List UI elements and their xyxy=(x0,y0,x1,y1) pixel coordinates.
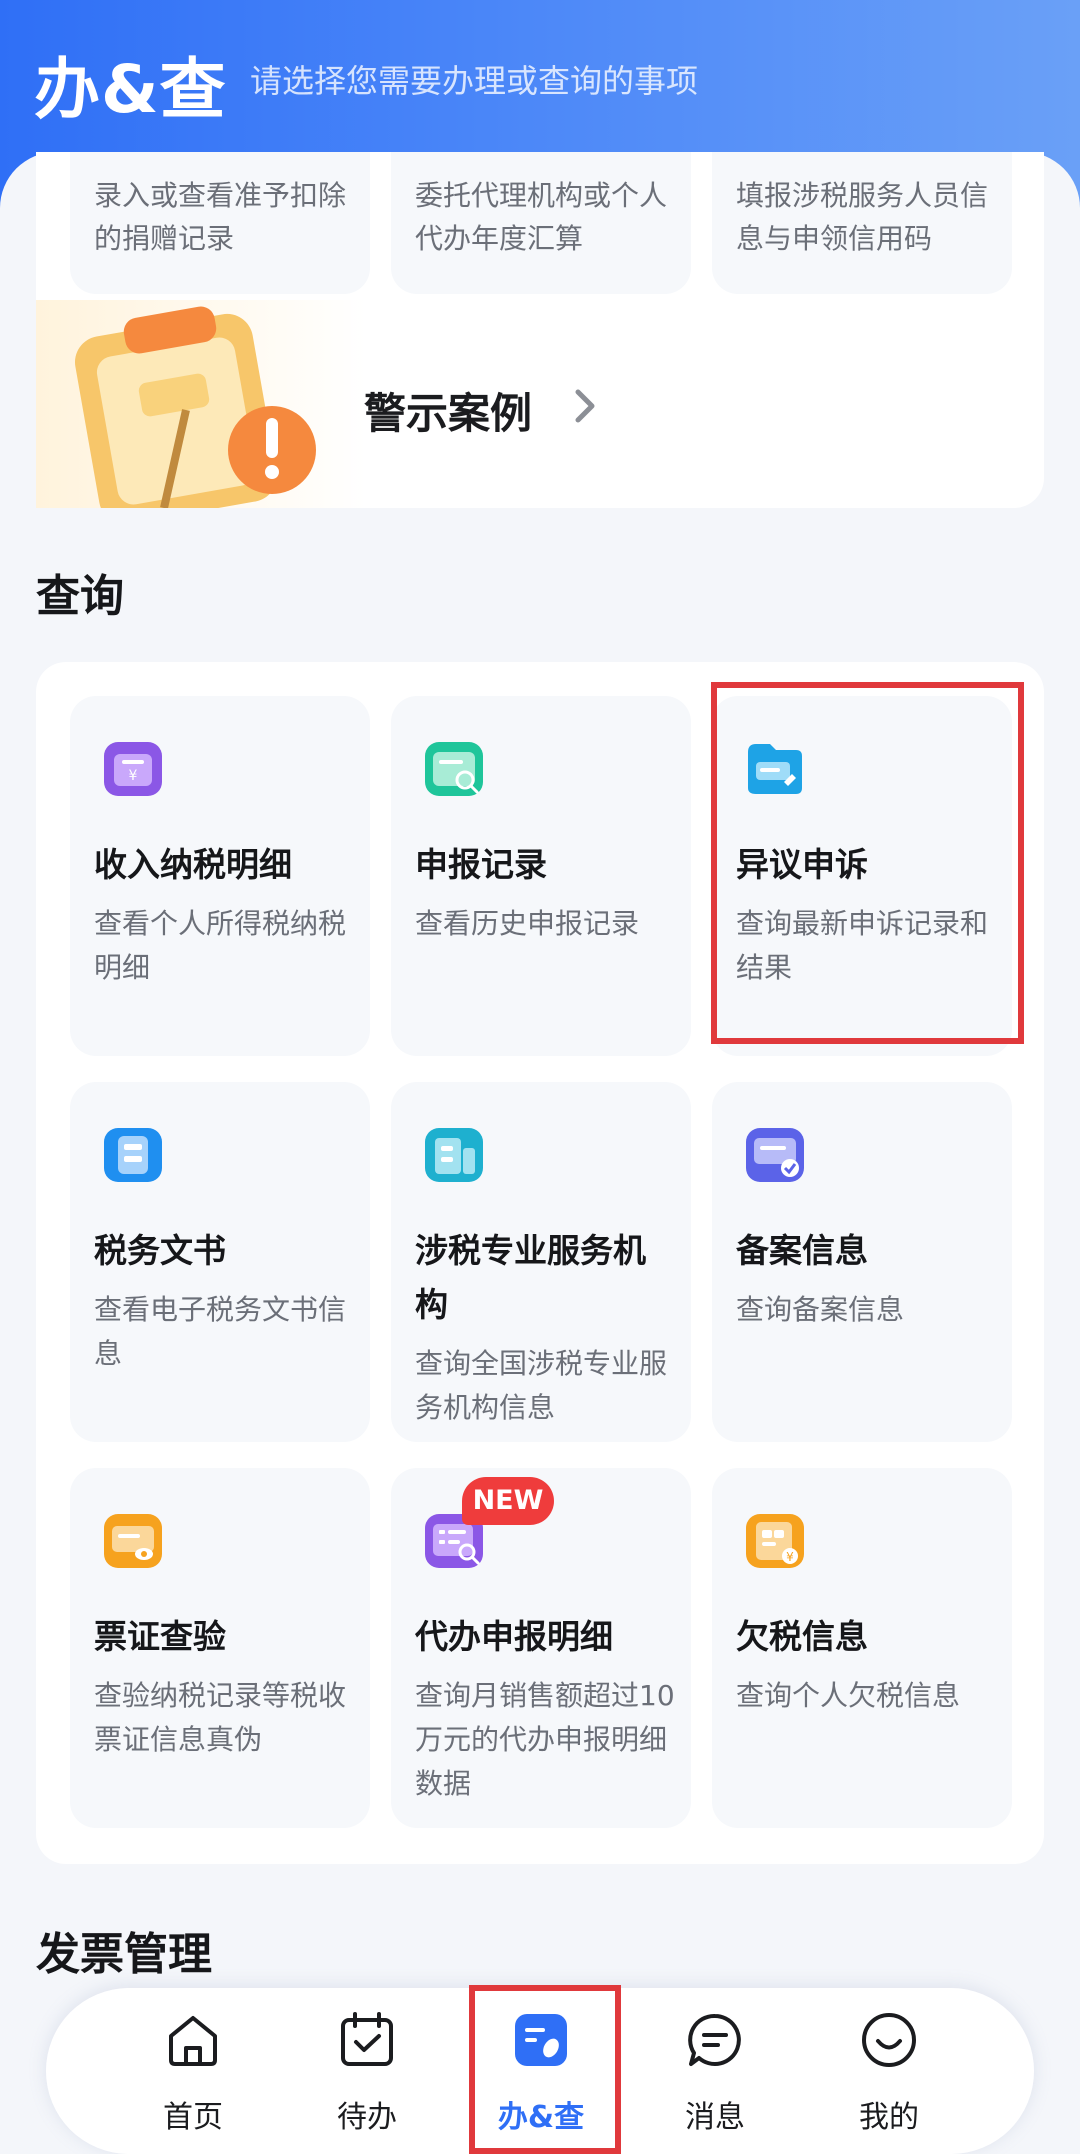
card-description: 填报涉税服务人员信息与申领信用码 xyxy=(736,179,989,255)
chevron-right-icon xyxy=(575,389,595,423)
tax-service-staff-card[interactable]: 填报涉税服务人员信息与申领信用码 xyxy=(712,152,1012,294)
card-description: 查看个人所得税纳税明细 xyxy=(94,907,347,984)
tax-document-card[interactable]: 税务文书 查看电子税务文书信息 xyxy=(70,1082,370,1442)
nav-item-home[interactable]: 首页 xyxy=(118,1988,268,2154)
nav-item-profile[interactable]: 我的 xyxy=(814,1988,964,2154)
card-description: 查看历史申报记录 xyxy=(415,907,640,940)
income-tax-detail-card[interactable]: ¥ 收入纳税明细 查看个人所得税纳税明细 xyxy=(70,696,370,1056)
tax-service-agency-icon xyxy=(425,1128,483,1182)
new-badge: NEW xyxy=(462,1477,554,1525)
agent-annual-card[interactable]: 委托代理机构或个人代办年度汇算 xyxy=(391,152,691,294)
nav-label: 消息 xyxy=(685,2100,745,2135)
ticket-verify-icon xyxy=(104,1514,162,1568)
nav-label: 待办 xyxy=(337,2100,397,2135)
donation-record-card[interactable]: 录入或查看准予扣除的捐赠记录 xyxy=(70,152,370,294)
declaration-record-card[interactable]: 申报记录 查看历史申报记录 xyxy=(391,696,691,1056)
page-subtitle: 请选择您需要办理或查询的事项 xyxy=(250,62,699,100)
profile-icon xyxy=(862,2013,916,2067)
tax-arrears-card[interactable]: ¥ 欠税信息 查询个人欠税信息 xyxy=(712,1468,1012,1828)
warning-cases-label: 警示案例 xyxy=(364,389,533,438)
tax-document-icon xyxy=(104,1128,162,1182)
warning-cases-banner[interactable]: 警示案例 xyxy=(36,300,1044,508)
clipboard-warning-icon xyxy=(36,300,366,508)
ticket-verify-card[interactable]: 票证查验 查验纳税记录等税收票证信息真伪 xyxy=(70,1468,370,1828)
card-description: 委托代理机构或个人代办年度汇算 xyxy=(415,179,668,255)
card-description: 查验纳税记录等税收票证信息真伪 xyxy=(94,1679,347,1756)
message-icon xyxy=(688,2013,741,2066)
home-icon xyxy=(169,2016,217,2066)
card-title: 申报记录 xyxy=(415,845,547,884)
card-title: 收入纳税明细 xyxy=(94,845,292,884)
filing-info-card[interactable]: 备案信息 查询备案信息 xyxy=(712,1082,1012,1442)
card-title: 备案信息 xyxy=(736,1231,868,1270)
svg-text:¥: ¥ xyxy=(786,1550,794,1564)
svg-text:¥: ¥ xyxy=(129,768,138,784)
card-title: 税务文书 xyxy=(94,1231,226,1270)
card-description: 查询备案信息 xyxy=(736,1293,905,1326)
nav-item-messages[interactable]: 消息 xyxy=(640,1988,790,2154)
income-detail-icon: ¥ xyxy=(104,742,162,796)
page-title: 办&查 xyxy=(34,51,227,128)
card-description: 查询个人欠税信息 xyxy=(736,1679,961,1712)
nav-label: 首页 xyxy=(163,2100,223,2135)
query-section-title: 查询 xyxy=(36,571,124,622)
declaration-record-icon xyxy=(425,742,483,796)
invoice-section-title: 发票管理 xyxy=(36,1929,212,1980)
card-description: 查询全国涉税专业服务机构信息 xyxy=(415,1347,668,1424)
card-title: 欠税信息 xyxy=(736,1617,868,1656)
tax-arrears-icon: ¥ xyxy=(746,1514,804,1568)
todo-calendar-icon xyxy=(341,2012,393,2066)
card-description: 录入或查看准予扣除的捐赠记录 xyxy=(94,179,347,255)
card-title: 涉税专业服务机构 xyxy=(415,1231,646,1324)
appeal-highlight-box xyxy=(711,682,1024,1044)
nav-highlight-box xyxy=(469,1985,621,2154)
nav-label: 我的 xyxy=(859,2100,919,2135)
card-title: 代办申报明细 xyxy=(415,1617,613,1656)
filing-info-icon xyxy=(746,1128,804,1182)
card-description: 查询月销售额超过10万元的代办申报明细数据 xyxy=(415,1679,675,1800)
card-description: 查看电子税务文书信息 xyxy=(94,1293,347,1370)
tax-service-agency-card[interactable]: 涉税专业服务机构 查询全国涉税专业服务机构信息 xyxy=(391,1082,691,1442)
card-title: 票证查验 xyxy=(94,1617,226,1656)
nav-item-todo[interactable]: 待办 xyxy=(292,1988,442,2154)
